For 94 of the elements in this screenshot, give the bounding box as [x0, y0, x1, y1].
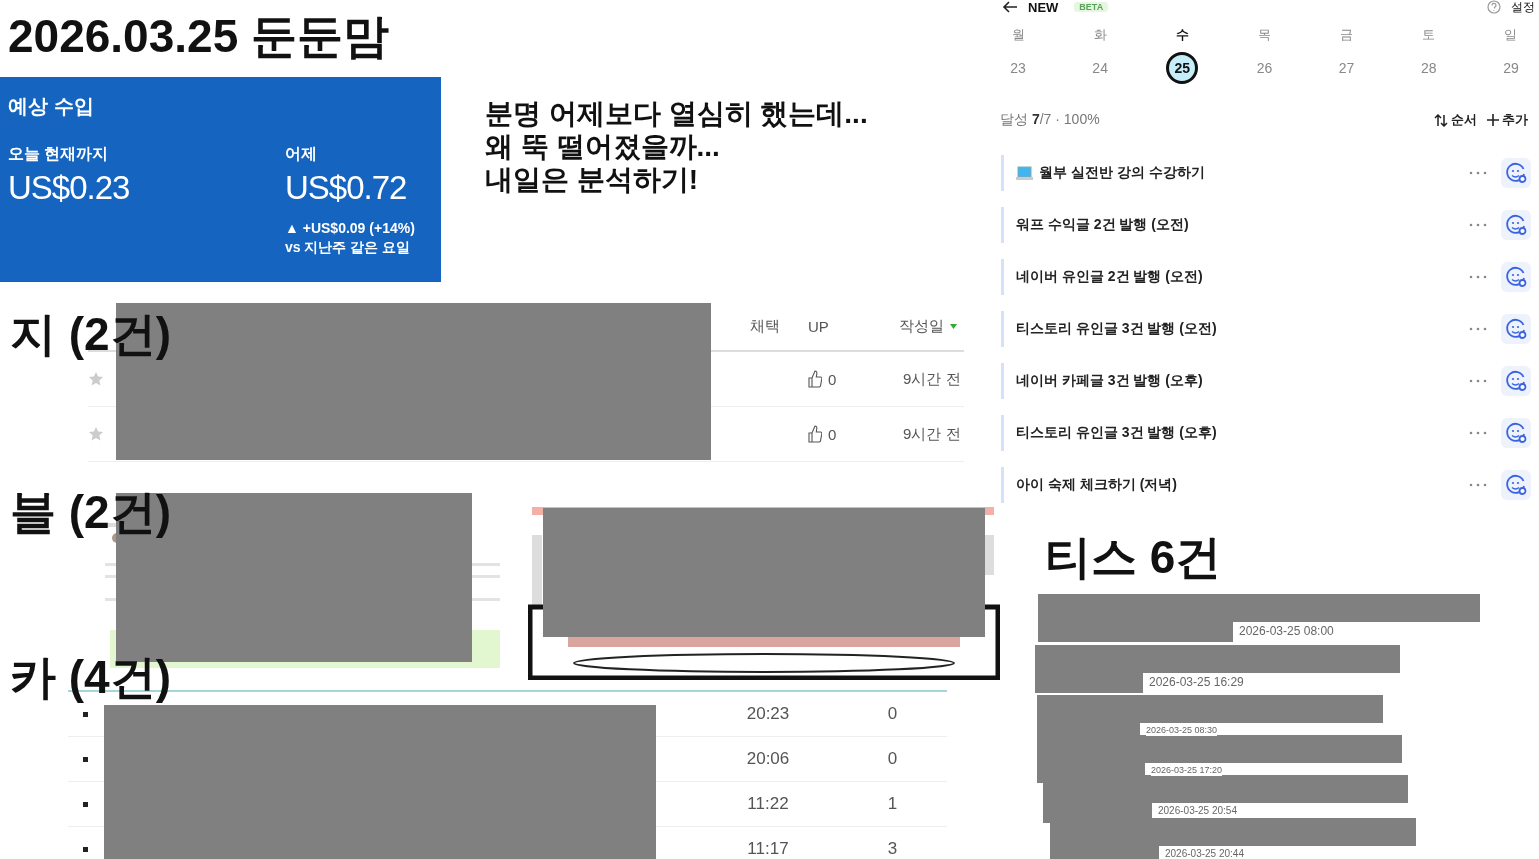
smile-icon: [1505, 422, 1527, 444]
smile-icon: [1505, 214, 1527, 236]
card-heading: 예상 수입: [8, 94, 94, 119]
star-icon[interactable]: [88, 426, 104, 442]
task-label[interactable]: 네이버 카페글 3건 발행 (오후): [1016, 372, 1203, 390]
more-icon[interactable]: [1469, 223, 1487, 227]
smile-icon: [1505, 474, 1527, 496]
section-heading: 카 (4건): [10, 650, 171, 704]
comment-count: 1: [887, 794, 898, 814]
star-icon[interactable]: [88, 371, 104, 387]
task-label[interactable]: 월부 실전반 강의 수강하기: [1039, 164, 1205, 182]
settings-link[interactable]: 설정: [1511, 0, 1535, 16]
note-line: 분명 어제보다 열심히 했는데...: [485, 97, 868, 130]
stat-value: US$0.72: [285, 169, 407, 207]
more-icon[interactable]: [1469, 431, 1487, 435]
weekday-label: 일: [1504, 26, 1518, 44]
more-icon[interactable]: [1469, 327, 1487, 331]
beta-badge: BETA: [1074, 2, 1109, 12]
help-icon[interactable]: [1487, 0, 1501, 14]
comment-count: 3: [887, 839, 898, 859]
change-text: ▲ +US$0.09 (+14%): [285, 219, 415, 238]
time-cell: 11:17: [747, 839, 789, 859]
thumbs-up-icon[interactable]: [808, 425, 822, 443]
stat-value: US$0.23: [8, 169, 130, 207]
smile-button[interactable]: [1501, 262, 1531, 292]
smile-button[interactable]: [1501, 210, 1531, 240]
date-item[interactable]: 26: [1248, 52, 1281, 84]
bullet-icon: [82, 711, 88, 717]
stat-label: 어제: [285, 144, 317, 164]
smile-icon: [1505, 370, 1527, 392]
plus-icon: [1487, 114, 1499, 126]
bullet-icon: [82, 846, 88, 852]
more-icon[interactable]: [1469, 483, 1487, 487]
note-line: 내일은 분석하기!: [485, 163, 700, 196]
column-header[interactable]: UP: [800, 318, 850, 335]
task-label[interactable]: 티스토리 유인글 3건 발행 (오후): [1016, 424, 1217, 442]
up-count: 0: [828, 370, 837, 388]
smile-button[interactable]: [1501, 314, 1531, 344]
weekday-label: 목: [1257, 26, 1271, 44]
date-cell-text: 9시간 전: [902, 424, 962, 444]
comment-count: 0: [887, 704, 898, 724]
more-icon[interactable]: [1469, 379, 1487, 383]
page-title: 2026.03.25 둔둔맘: [8, 9, 389, 64]
compare-text: vs 지난주 같은 요일: [285, 238, 411, 257]
post-date: 2026-03-25 20:54: [1158, 805, 1237, 817]
smile-button[interactable]: [1501, 418, 1531, 448]
sort-caret-icon: [950, 324, 957, 329]
progress-text: 달성 7/7 · 100%: [1000, 111, 1100, 129]
section-heading: 티스 6건: [1045, 530, 1222, 584]
time-cell: 20:06: [746, 749, 790, 769]
post-date: 2026-03-25 08:30: [1146, 725, 1218, 736]
smile-button[interactable]: [1501, 470, 1531, 500]
date-cell-text: 9시간 전: [902, 369, 962, 389]
smile-button[interactable]: [1501, 366, 1531, 396]
weekday-label: 수: [1175, 26, 1189, 44]
post-date: 2026-03-25 20:44: [1165, 848, 1244, 859]
bullet-icon: [82, 756, 88, 762]
date-item[interactable]: 25: [1166, 52, 1199, 84]
weekday-label: 화: [1093, 26, 1107, 44]
weekday-label: 월: [1011, 26, 1025, 44]
thumbs-up-icon[interactable]: [808, 370, 822, 388]
comment-count: 0: [887, 749, 898, 769]
more-icon[interactable]: [1469, 275, 1487, 279]
back-arrow-icon[interactable]: [1002, 1, 1018, 13]
date-item[interactable]: 27: [1330, 52, 1363, 84]
column-header[interactable]: 작성일: [875, 317, 964, 336]
task-label[interactable]: 티스토리 유인글 3건 발행 (오전): [1016, 320, 1217, 338]
up-count: 0: [828, 425, 837, 443]
time-cell: 20:23: [746, 704, 790, 724]
laptop-icon: [1016, 165, 1033, 181]
task-label[interactable]: 아이 숙제 체크하기 (저녁): [1016, 476, 1177, 494]
time-cell: 11:22: [747, 794, 789, 814]
task-label[interactable]: 네이버 유인글 2건 발행 (오전): [1016, 268, 1203, 286]
smile-icon: [1505, 318, 1527, 340]
date-item[interactable]: 29: [1494, 52, 1527, 84]
sort-button[interactable]: 순서: [1434, 111, 1477, 129]
date-item[interactable]: 28: [1412, 52, 1445, 84]
weekday-label: 금: [1340, 26, 1354, 44]
date-item[interactable]: 24: [1084, 52, 1117, 84]
more-icon[interactable]: [1469, 171, 1487, 175]
date-item[interactable]: 23: [1002, 52, 1034, 84]
sort-arrows-icon: [1434, 113, 1448, 127]
smile-icon: [1505, 266, 1527, 288]
panel-title: NEW: [1028, 0, 1059, 15]
weekday-label: 토: [1422, 26, 1436, 44]
smile-button[interactable]: [1501, 158, 1531, 188]
post-date: 2026-03-25 17:20: [1151, 765, 1223, 776]
smile-icon: [1505, 162, 1527, 184]
note-line: 왜 뚝 떨어졌을까...: [485, 130, 721, 163]
column-header[interactable]: 채택: [750, 317, 780, 336]
task-label[interactable]: 워프 수익글 2건 발행 (오전): [1016, 216, 1189, 234]
bullet-icon: [82, 801, 88, 807]
add-button[interactable]: 추가: [1487, 111, 1528, 129]
stat-label: 오늘 현재까지: [8, 144, 109, 164]
